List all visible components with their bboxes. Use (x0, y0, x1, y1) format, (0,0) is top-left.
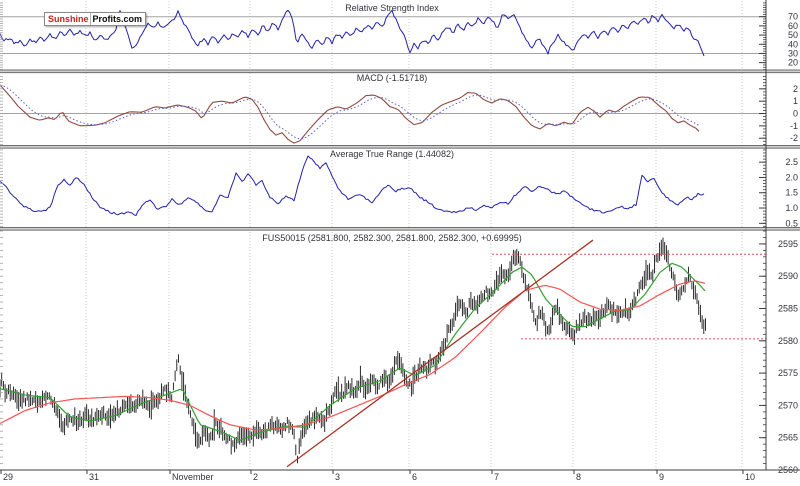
x-axis-label: November (172, 472, 214, 482)
y-axis-label-price: 2575 (778, 368, 798, 378)
x-axis-label: 2 (253, 472, 258, 482)
y-axis-label-atr: 1.0 (785, 203, 798, 213)
x-axis-label: 31 (89, 472, 99, 482)
y-axis-label-price: 2595 (778, 239, 798, 249)
y-axis-label-price: 2585 (778, 304, 798, 314)
panel-separator (0, 69, 800, 74)
y-axis-label-macd: 2 (793, 84, 798, 94)
panel-title-rsi: Relative Strength Index (345, 3, 439, 13)
logo-text-sunshine: Sunshine (48, 14, 89, 24)
y-axis-label-macd: 0 (793, 109, 798, 119)
axis-ticks-macd (0, 76, 766, 145)
price-bars (0, 237, 706, 464)
panel-title-atr: Average True Range (1.44082) (330, 149, 454, 159)
y-axis-label-atr: 2.5 (785, 157, 798, 167)
chart-canvas: Relative Strength Index706050403020MACD … (0, 0, 800, 482)
x-axis-label: 3 (335, 472, 340, 482)
axis-ticks-price (0, 230, 766, 471)
panel-macd: MACD (-1.51718) 2 1 0 -1 -2 (0, 73, 798, 145)
y-axis-label-macd: -1 (790, 121, 798, 131)
y-axis-label-atr: 1.5 (785, 188, 798, 198)
panel-atr: Average True Range (1.44082) 2.5 2.0 1.5 1.0… (0, 149, 798, 228)
y-axis-label-macd: -2 (790, 133, 798, 143)
panel-price: FUS50015 (2581.800, 2582.300, 2581.800, … (0, 230, 798, 475)
y-axis-label-price: 2565 (778, 433, 798, 443)
sunshineprofits-logo: Sunshine Profits.com (44, 12, 147, 26)
x-axis-label: 6 (412, 472, 417, 482)
panel-separator (0, 227, 800, 231)
x-axis-label: 29 (3, 472, 13, 482)
y-axis-label-atr: 0.5 (785, 218, 798, 228)
panel-title-macd: MACD (-1.51718) (357, 73, 428, 83)
y-axis-label-rsi: 20 (788, 58, 798, 68)
y-axis-label-price: 2590 (778, 271, 798, 281)
rising-trendline (286, 239, 594, 468)
panel-title-price: FUS50015 (2581.800, 2582.300, 2581.800, … (262, 233, 521, 243)
x-axis-label: 10 (745, 472, 755, 482)
atr-line (0, 155, 705, 216)
x-axis-label: 8 (576, 472, 581, 482)
y-axis-label-price: 2580 (778, 336, 798, 346)
y-axis-label-atr: 2.0 (785, 172, 798, 182)
x-axis-label: 9 (659, 472, 664, 482)
macd-line (0, 84, 700, 144)
axis-ticks-atr (0, 149, 766, 227)
price-chart-window: Relative Strength Index 70 60 50 40 30 20 MACD … (0, 0, 800, 486)
x-axis-label: 7 (494, 472, 499, 482)
ma-slow-line (0, 280, 706, 431)
x-axis-labels: 29 31 November 2 3 6 7 8 9 10 (0, 470, 755, 482)
y-axis-label-price: 2570 (778, 400, 798, 410)
logo-text-profits: Profits.com (89, 13, 146, 25)
y-axis-label-macd: 1 (793, 96, 798, 106)
panel-separator (0, 145, 800, 149)
